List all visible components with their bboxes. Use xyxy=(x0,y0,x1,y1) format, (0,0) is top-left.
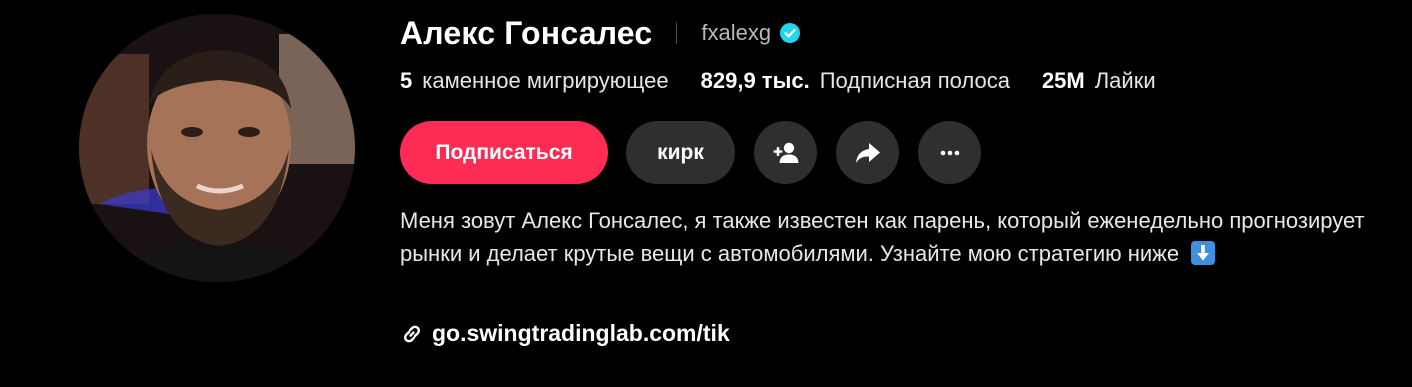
verified-badge-icon xyxy=(779,22,801,44)
more-button[interactable] xyxy=(918,121,981,184)
bio-link-text[interactable]: go.swingtradinglab.com/tik xyxy=(432,320,730,347)
profile-header: Алекс Гонсалес fxalexg 5 каменное мигрир… xyxy=(0,0,1412,387)
share-button[interactable] xyxy=(836,121,899,184)
avatar[interactable] xyxy=(79,14,355,282)
subscribe-button[interactable]: Подписаться xyxy=(400,121,608,184)
username: fxalexg xyxy=(701,20,772,45)
stat-likes: 25M Лайки xyxy=(1042,68,1156,94)
stat-value: 5 xyxy=(400,68,413,93)
add-user-icon xyxy=(773,142,798,163)
name-divider xyxy=(676,22,678,44)
stat-following[interactable]: 5 каменное мигрирующее xyxy=(400,68,669,94)
more-icon xyxy=(940,150,959,155)
bio-text: Меня зовут Алекс Гонсалес, я также извес… xyxy=(400,208,1365,266)
action-buttons: Подписаться кирк xyxy=(400,121,981,184)
stat-label: каменное мигрирующее xyxy=(422,68,669,93)
stats-row: 5 каменное мигрирующее 829,9 тыс. Подпис… xyxy=(400,66,1188,96)
avatar-image xyxy=(79,14,355,282)
message-button[interactable]: кирк xyxy=(626,121,735,184)
bio: Меня зовут Алекс Гонсалес, я также извес… xyxy=(400,205,1380,270)
stat-label: Лайки xyxy=(1094,68,1156,93)
name-row: Алекс Гонсалес fxalexg xyxy=(400,13,801,53)
bio-link[interactable]: go.swingtradinglab.com/tik xyxy=(400,320,730,347)
stat-followers[interactable]: 829,9 тыс. Подписная полоса xyxy=(701,68,1010,94)
display-name: Алекс Гонсалес xyxy=(400,14,653,51)
down-arrow-emoji-icon xyxy=(1191,240,1216,265)
stat-value: 829,9 тыс. xyxy=(700,68,810,93)
add-friend-button[interactable] xyxy=(754,121,817,184)
stat-label: Подписная полоса xyxy=(819,68,1010,93)
link-icon xyxy=(404,325,420,342)
stat-value: 25M xyxy=(1041,68,1085,93)
share-icon xyxy=(855,142,880,163)
